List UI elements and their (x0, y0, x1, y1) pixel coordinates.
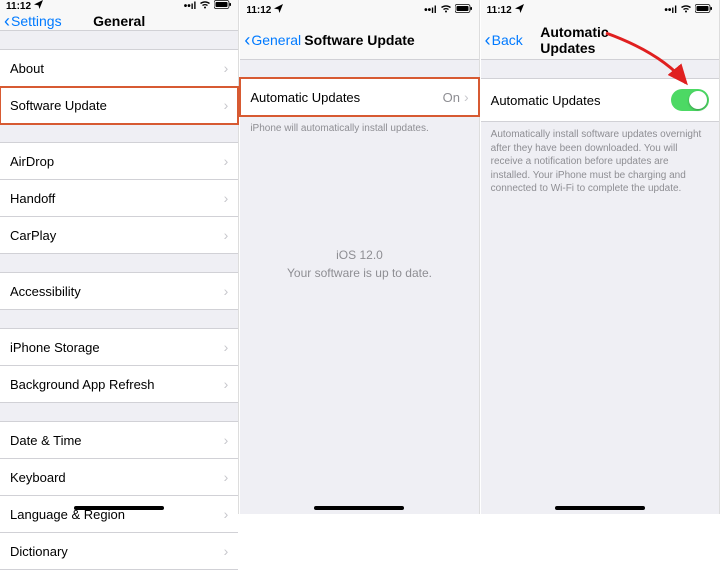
update-message: Your software is up to date. (240, 264, 478, 282)
chevron-left-icon: ‹ (244, 31, 250, 49)
chevron-right-icon: › (224, 543, 229, 559)
list-row-dictionary[interactable]: Dictionary› (0, 533, 238, 570)
row-value: On (443, 90, 460, 105)
back-label: Settings (11, 13, 62, 29)
back-label: General (251, 32, 301, 48)
list-row-iphone-storage[interactable]: iPhone Storage› (0, 328, 238, 366)
page-title: General (93, 13, 145, 29)
row-label: Keyboard (10, 470, 224, 485)
battery-icon (455, 4, 473, 16)
nav-bar: ‹ Settings General (0, 12, 238, 31)
status-time: 11:12 (487, 5, 512, 16)
nav-bar: ‹ Back Automatic Updates (481, 20, 719, 60)
back-button[interactable]: ‹ General (240, 31, 301, 49)
chevron-left-icon: ‹ (4, 12, 10, 30)
back-button[interactable]: ‹ Back (481, 31, 523, 49)
chevron-right-icon: › (224, 153, 229, 169)
status-bar: 11:12 ••ıl (0, 0, 238, 12)
chevron-right-icon: › (224, 469, 229, 485)
chevron-right-icon: › (224, 190, 229, 206)
wifi-icon (199, 0, 211, 12)
location-icon (274, 4, 283, 16)
chevron-right-icon: › (224, 283, 229, 299)
list-row-handoff[interactable]: Handoff› (0, 180, 238, 217)
status-bar: 11:12 ••ıl (240, 0, 478, 20)
list-row-date-time[interactable]: Date & Time› (0, 421, 238, 459)
home-indicator[interactable] (555, 506, 645, 510)
row-label: Software Update (10, 98, 224, 113)
update-status: iOS 12.0 Your software is up to date. (240, 246, 478, 282)
status-time: 11:12 (6, 1, 31, 12)
row-label: Handoff (10, 191, 224, 206)
chevron-right-icon: › (224, 506, 229, 522)
signal-icon: ••ıl (184, 1, 197, 12)
list-row-accessibility[interactable]: Accessibility› (0, 272, 238, 310)
automatic-updates-row[interactable]: Automatic Updates On › (240, 78, 478, 116)
home-indicator[interactable] (74, 506, 164, 510)
list-row-carplay[interactable]: CarPlay› (0, 217, 238, 254)
status-bar: 11:12 ••ıl (481, 0, 719, 20)
screen-software-update: 11:12 ••ıl ‹ General Software Update Aut… (240, 0, 479, 514)
signal-icon: ••ıl (424, 5, 437, 16)
chevron-right-icon: › (224, 60, 229, 76)
screen-general: 11:12 ••ıl ‹ Settings General About›Soft… (0, 0, 239, 514)
row-label: Automatic Updates (250, 90, 442, 105)
chevron-left-icon: ‹ (485, 31, 491, 49)
chevron-right-icon: › (464, 89, 469, 105)
toggle-switch[interactable] (671, 89, 709, 111)
settings-list: About›Software Update›AirDrop›Handoff›Ca… (0, 31, 238, 570)
page-title: Software Update (304, 32, 414, 48)
row-label: Background App Refresh (10, 377, 224, 392)
row-label: AirDrop (10, 154, 224, 169)
home-indicator[interactable] (314, 506, 404, 510)
signal-icon: ••ıl (664, 5, 677, 16)
page-title: Automatic Updates (540, 24, 659, 56)
footer-text: Automatically install software updates o… (481, 122, 719, 196)
chevron-right-icon: › (224, 376, 229, 392)
list-row-software-update[interactable]: Software Update› (0, 87, 238, 124)
wifi-icon (440, 4, 452, 16)
row-label: Accessibility (10, 284, 224, 299)
back-label: Back (492, 32, 523, 48)
automatic-updates-toggle-row[interactable]: Automatic Updates (481, 78, 719, 122)
wifi-icon (680, 4, 692, 16)
back-button[interactable]: ‹ Settings (0, 12, 62, 30)
row-label: iPhone Storage (10, 340, 224, 355)
chevron-right-icon: › (224, 227, 229, 243)
row-label: Automatic Updates (491, 93, 671, 108)
toggle-knob (689, 91, 707, 109)
list-row-keyboard[interactable]: Keyboard› (0, 459, 238, 496)
battery-icon (214, 0, 232, 12)
list-row-background-app-refresh[interactable]: Background App Refresh› (0, 366, 238, 403)
chevron-right-icon: › (224, 339, 229, 355)
row-label: Date & Time (10, 433, 224, 448)
list-row-about[interactable]: About› (0, 49, 238, 87)
status-time: 11:12 (246, 5, 271, 16)
chevron-right-icon: › (224, 97, 229, 113)
screen-automatic-updates: 11:12 ••ıl ‹ Back Automatic Updates Auto… (481, 0, 720, 514)
footer-text: iPhone will automatically install update… (240, 116, 478, 136)
list-row-airdrop[interactable]: AirDrop› (0, 142, 238, 180)
battery-icon (695, 4, 713, 16)
location-icon (34, 0, 43, 12)
row-label: CarPlay (10, 228, 224, 243)
chevron-right-icon: › (224, 432, 229, 448)
list-row-language-region[interactable]: Language & Region› (0, 496, 238, 533)
nav-bar: ‹ General Software Update (240, 20, 478, 60)
row-label: About (10, 61, 224, 76)
location-icon (515, 4, 524, 16)
ios-version: iOS 12.0 (240, 246, 478, 264)
row-label: Dictionary (10, 544, 224, 559)
